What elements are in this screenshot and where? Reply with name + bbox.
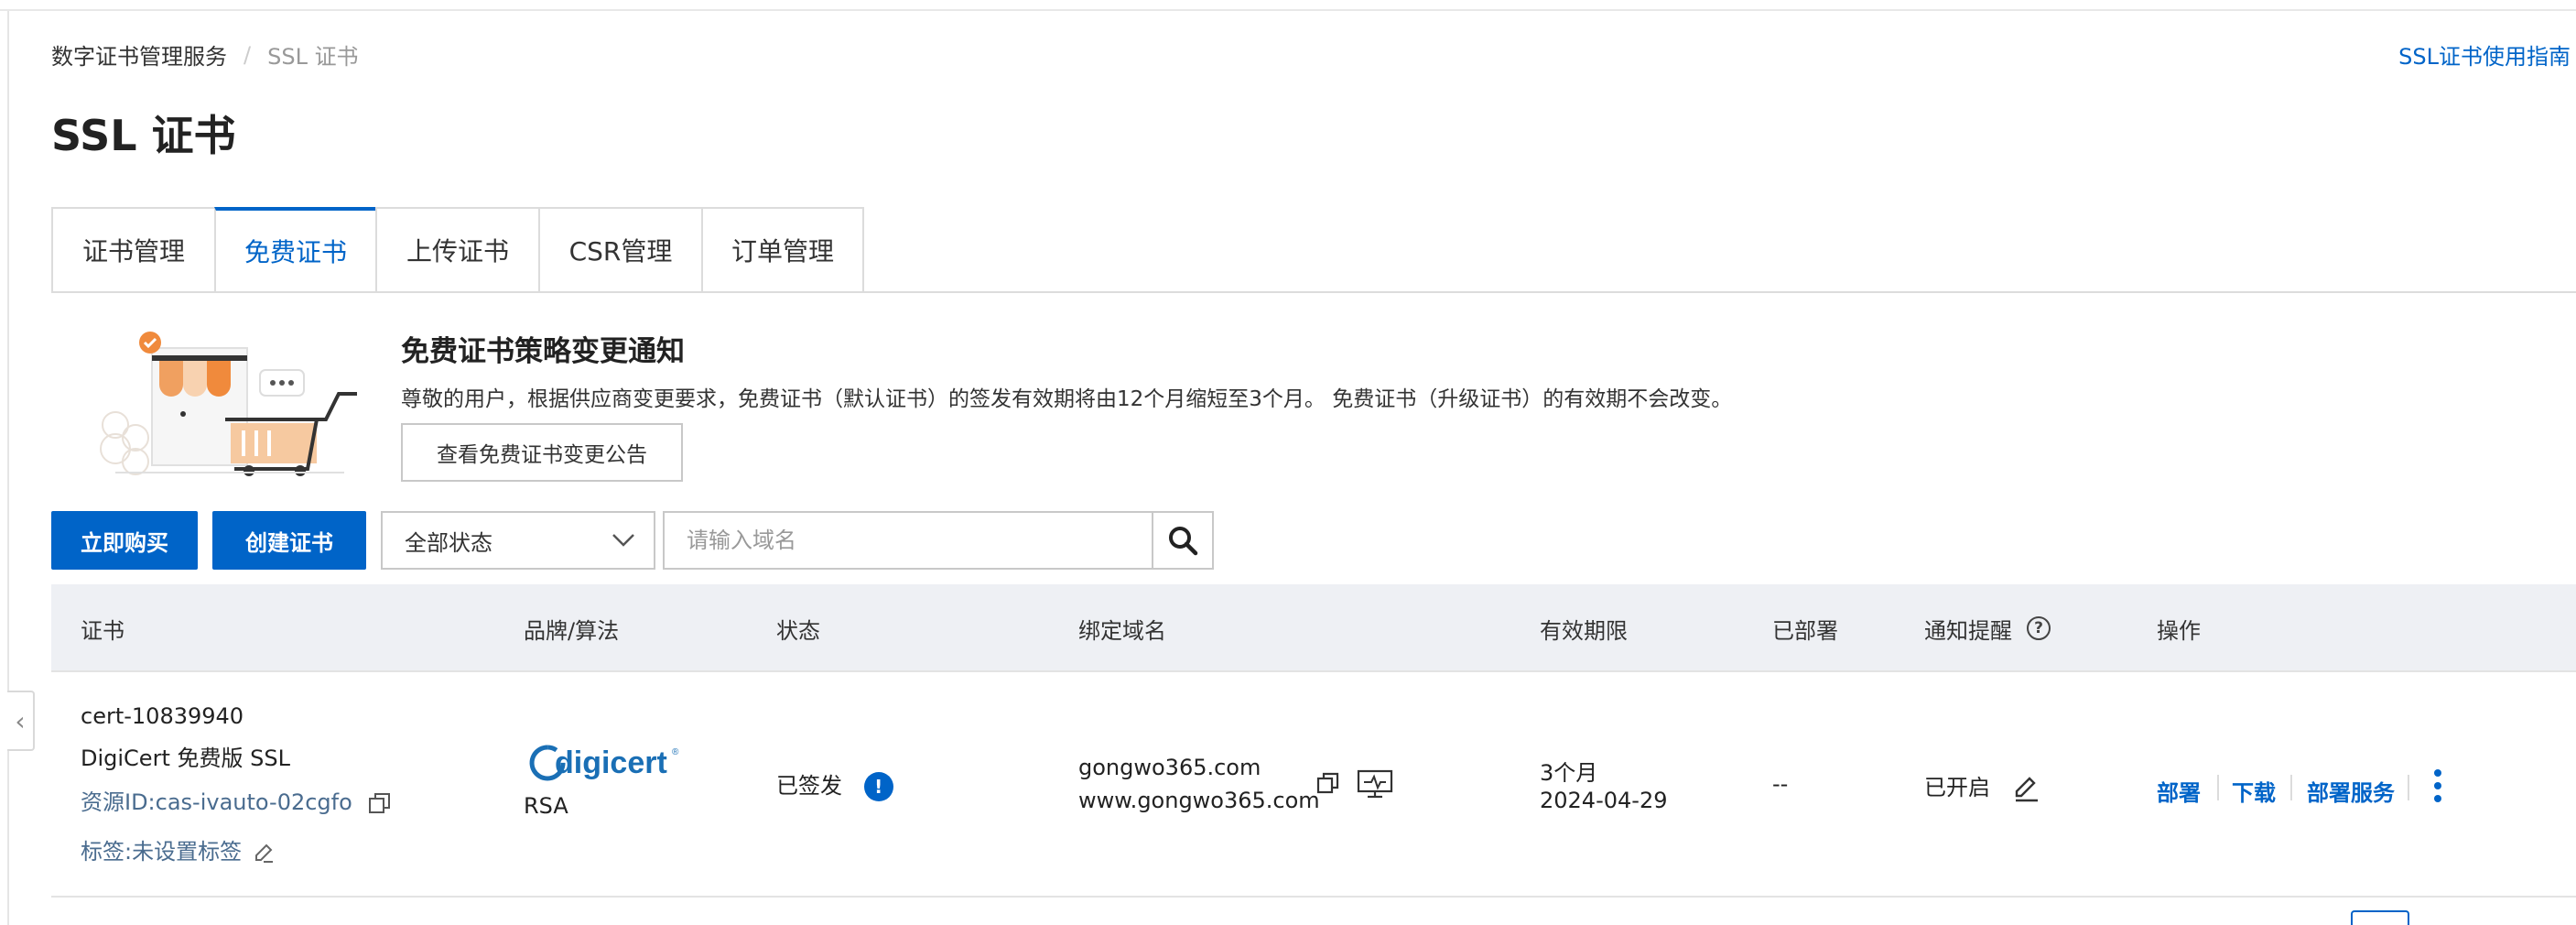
domain-secondary: www.gongwo365.com bbox=[1078, 788, 1320, 813]
svg-text:digicert: digicert bbox=[555, 745, 667, 780]
tab-underline bbox=[51, 291, 2576, 293]
validity-period: 3个月 bbox=[1540, 760, 1598, 786]
resource-id: 资源ID:cas-ivauto-02cgfo bbox=[81, 784, 392, 816]
col-header-actions: 操作 bbox=[2157, 617, 2201, 644]
table-header: 证书 品牌/算法 状态 绑定域名 有效期限 已部署 通知提醒 ? 操作 bbox=[51, 584, 2576, 672]
col-header-brand: 品牌/算法 bbox=[524, 617, 620, 644]
action-divider bbox=[2290, 775, 2292, 800]
edit-icon[interactable] bbox=[253, 842, 275, 864]
status-info-icon[interactable]: ! bbox=[863, 772, 893, 801]
col-header-status: 状态 bbox=[776, 617, 820, 644]
more-vertical-icon[interactable] bbox=[2431, 767, 2444, 804]
tab-cert-management[interactable]: 证书管理 bbox=[51, 207, 214, 293]
shop-cart-illustration bbox=[100, 332, 357, 476]
col-header-validity: 有效期限 bbox=[1540, 617, 1628, 644]
status-filter-select[interactable]: 全部状态 bbox=[381, 511, 655, 570]
create-cert-button[interactable]: 创建证书 bbox=[212, 511, 366, 570]
status-filter-value: 全部状态 bbox=[405, 529, 492, 556]
notice-text: 尊敬的用户，根据供应商变更要求，免费证书（默认证书）的签发有效期将由12个月缩短… bbox=[401, 387, 1733, 411]
tab-csr-management[interactable]: CSR管理 bbox=[538, 207, 701, 293]
breadcrumb-separator: / bbox=[244, 41, 252, 68]
tab-bar: 证书管理 免费证书 上传证书 CSR管理 订单管理 bbox=[51, 207, 864, 293]
breadcrumb-root[interactable]: 数字证书管理服务 bbox=[51, 38, 227, 71]
table-row: cert-10839940 DigiCert 免费版 SSL 资源ID:cas-… bbox=[51, 672, 2576, 898]
deploy-service-action[interactable]: 部署服务 bbox=[2307, 775, 2395, 807]
pagination-button[interactable] bbox=[2351, 910, 2409, 925]
chevron-down-icon bbox=[612, 534, 634, 547]
algorithm: RSA bbox=[524, 793, 568, 819]
resource-id-text: 资源ID:cas-ivauto-02cgfo bbox=[81, 789, 352, 815]
search-icon bbox=[1169, 527, 1198, 556]
svg-text:®: ® bbox=[672, 747, 679, 757]
action-divider bbox=[2217, 775, 2219, 800]
tab-upload-cert[interactable]: 上传证书 bbox=[375, 207, 538, 293]
buy-now-button[interactable]: 立即购买 bbox=[51, 511, 198, 570]
ssl-guide-link[interactable]: SSL证书使用指南 bbox=[2398, 38, 2571, 71]
breadcrumb-current: SSL 证书 bbox=[267, 44, 359, 70]
monitor-icon[interactable] bbox=[1357, 769, 1393, 799]
col-header-domain: 绑定域名 bbox=[1078, 617, 1166, 644]
tab-free-cert[interactable]: 免费证书 bbox=[214, 207, 375, 293]
sidebar-collapse-toggle[interactable]: ‹ bbox=[7, 691, 35, 751]
breadcrumb: 数字证书管理服务 / SSL 证书 bbox=[51, 38, 359, 71]
domain-search-input[interactable] bbox=[663, 511, 1153, 570]
deployed-count: -- bbox=[1772, 771, 1789, 797]
col-header-notify-label: 通知提醒 bbox=[1924, 617, 2012, 644]
chevron-left-icon: ‹ bbox=[15, 705, 26, 736]
cert-tag-text: 标签:未设置标签 bbox=[81, 839, 243, 865]
expiry-date: 2024-04-29 bbox=[1540, 788, 1668, 813]
domain-primary: gongwo365.com bbox=[1078, 755, 1261, 780]
edit-notify-icon[interactable] bbox=[2012, 774, 2041, 803]
help-icon[interactable]: ? bbox=[2027, 616, 2051, 640]
notice-title: 免费证书策略变更通知 bbox=[401, 335, 685, 368]
copy-domain-icon[interactable] bbox=[1316, 771, 1340, 795]
cert-status: 已签发 ! bbox=[776, 767, 893, 801]
top-bar bbox=[0, 0, 2576, 11]
page-title: SSL 证书 bbox=[51, 111, 236, 160]
notify-status-text: 已开启 bbox=[1924, 775, 1990, 800]
search-button[interactable] bbox=[1152, 511, 1214, 570]
col-header-deployed: 已部署 bbox=[1772, 617, 1838, 644]
cert-name: DigiCert 免费版 SSL bbox=[81, 745, 290, 771]
notify-status: 已开启 bbox=[1924, 769, 2041, 803]
copy-icon[interactable] bbox=[368, 791, 392, 815]
sidebar-edge bbox=[7, 11, 9, 925]
cert-tag[interactable]: 标签:未设置标签 bbox=[81, 833, 275, 865]
col-header-notify: 通知提醒 ? bbox=[1924, 584, 2051, 672]
digicert-logo: digicert ® bbox=[529, 745, 679, 781]
action-divider bbox=[2408, 775, 2409, 800]
cert-id[interactable]: cert-10839940 bbox=[81, 703, 244, 729]
deploy-action[interactable]: 部署 bbox=[2157, 775, 2201, 807]
tab-order-management[interactable]: 订单管理 bbox=[701, 207, 864, 293]
download-action[interactable]: 下载 bbox=[2232, 775, 2276, 807]
col-header-cert: 证书 bbox=[81, 617, 124, 644]
cert-status-text: 已签发 bbox=[776, 773, 842, 799]
view-announcement-button[interactable]: 查看免费证书变更公告 bbox=[401, 423, 683, 482]
